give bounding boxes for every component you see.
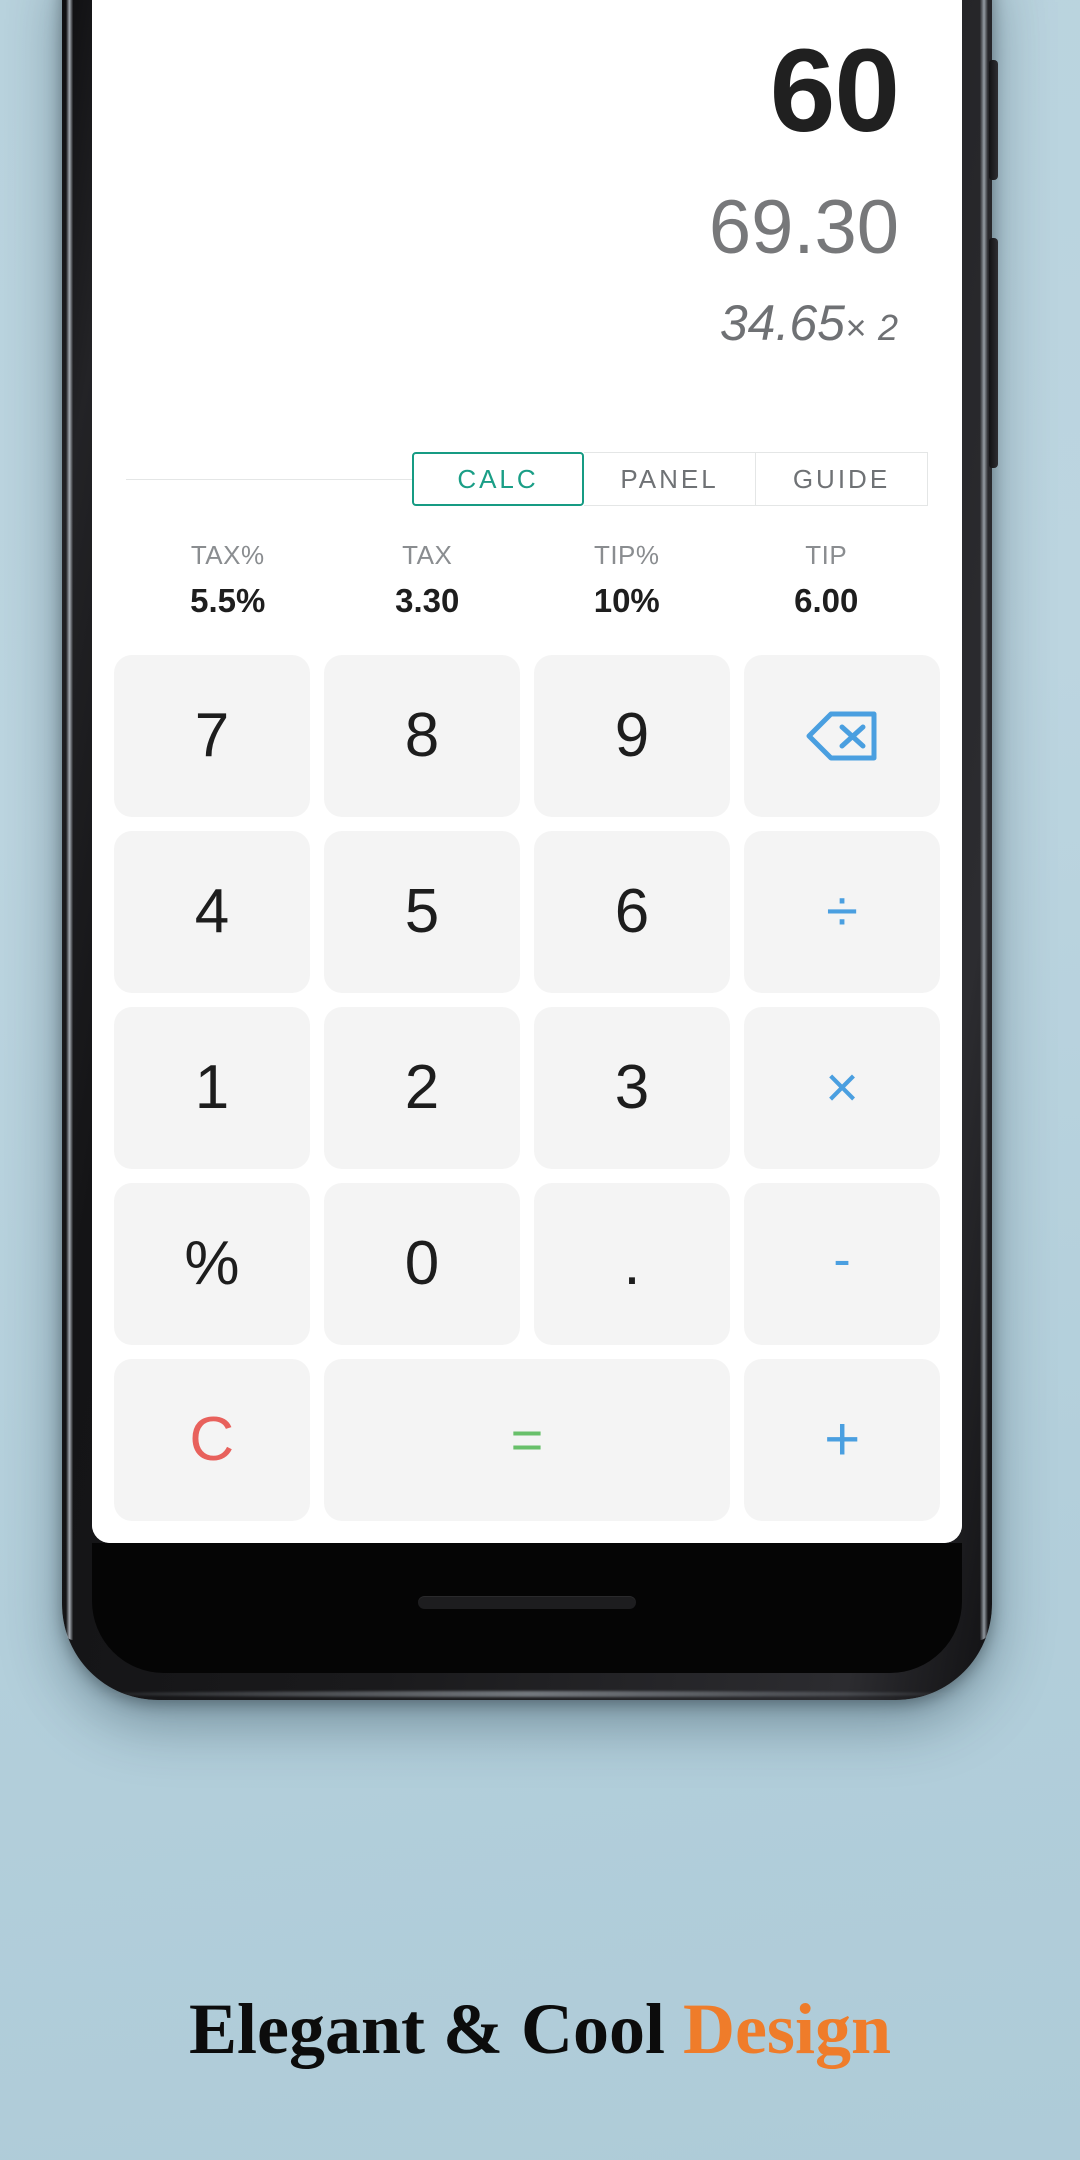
equals-icon: = <box>510 1407 544 1471</box>
info-cell-tax[interactable]: TAX 3.30 <box>328 540 528 621</box>
key-4[interactable]: 4 <box>114 830 310 993</box>
phone-frame-right-highlight <box>980 0 988 1640</box>
key-1[interactable]: 1 <box>114 1006 310 1169</box>
info-value-tax-percent: 5.5% <box>190 582 266 620</box>
key-2[interactable]: 2 <box>324 1006 520 1169</box>
key-5[interactable]: 5 <box>324 830 520 993</box>
power-button[interactable] <box>989 60 998 180</box>
keypad: 7 8 9 4 5 6 ÷ 1 2 3 × % 0 . - C = + <box>92 621 962 1543</box>
phone-bottom-chin <box>92 1543 962 1673</box>
info-label-tip: TIP <box>805 540 848 570</box>
tab-group: CALC PANEL GUIDE <box>412 452 928 506</box>
display-main-value: 60 <box>769 25 900 157</box>
key-multiply[interactable]: × <box>744 1006 940 1169</box>
keypad-row-5: C = + <box>114 1358 941 1522</box>
display-expression: 34.65× 2 <box>155 294 899 352</box>
tab-bar-rule <box>126 478 412 480</box>
info-cell-tax-percent[interactable]: TAX% 5.5% <box>128 540 328 621</box>
phone-frame-bottom-highlight <box>92 1691 962 1697</box>
marketing-tagline: Elegant & Cool Design <box>0 1988 1080 2071</box>
tagline-plain-text: Elegant & Cool <box>188 1989 683 2069</box>
calculator-display: 60 69.30 34.65× 2 <box>92 0 962 352</box>
key-8[interactable]: 8 <box>324 654 520 817</box>
key-6[interactable]: 6 <box>534 830 730 993</box>
info-label-tax: TAX <box>402 540 453 570</box>
key-backspace[interactable] <box>744 654 940 817</box>
calculator-app: 60 69.30 34.65× 2 CALC PANEL GUIDE TAX% … <box>92 0 962 1543</box>
tab-calc[interactable]: CALC <box>412 452 584 506</box>
minus-icon: - <box>833 1230 851 1289</box>
key-7[interactable]: 7 <box>114 654 310 817</box>
key-equals[interactable]: = <box>323 1358 731 1522</box>
decimal-point-label: . <box>623 1229 641 1299</box>
info-value-tax: 3.30 <box>395 582 460 620</box>
info-cell-tip[interactable]: TIP 6.00 <box>727 540 927 621</box>
home-indicator[interactable] <box>418 1596 636 1609</box>
info-label-tax-percent: TAX% <box>190 540 265 570</box>
key-9[interactable]: 9 <box>534 654 730 817</box>
keypad-row-2: 4 5 6 ÷ <box>114 830 940 993</box>
tab-guide[interactable]: GUIDE <box>756 452 928 506</box>
key-3[interactable]: 3 <box>534 1006 730 1169</box>
display-expression-operator: × 2 <box>844 307 899 348</box>
volume-button[interactable] <box>989 238 998 468</box>
tagline-accent-text: Design <box>682 1989 891 2069</box>
info-value-tip-percent: 10% <box>593 582 660 620</box>
info-label-tip-percent: TIP% <box>593 540 660 570</box>
phone-frame-left-highlight <box>66 0 73 1640</box>
phone-device: 60 69.30 34.65× 2 CALC PANEL GUIDE TAX% … <box>62 0 998 1700</box>
keypad-row-1: 7 8 9 <box>114 654 940 817</box>
keypad-row-4: % 0 . - <box>114 1182 940 1345</box>
key-plus[interactable]: + <box>744 1358 941 1522</box>
key-minus[interactable]: - <box>744 1182 940 1345</box>
phone-screen: 60 69.30 34.65× 2 CALC PANEL GUIDE TAX% … <box>92 0 962 1543</box>
key-divide[interactable]: ÷ <box>744 830 940 993</box>
backspace-icon <box>806 711 877 761</box>
plus-icon: + <box>824 1404 861 1474</box>
divide-icon: ÷ <box>826 878 858 944</box>
key-decimal[interactable]: . <box>534 1182 730 1345</box>
key-0[interactable]: 0 <box>324 1182 520 1345</box>
info-value-tip: 6.00 <box>794 582 859 620</box>
display-expression-value: 34.65 <box>719 295 845 351</box>
key-percent[interactable]: % <box>114 1182 310 1345</box>
tab-bar: CALC PANEL GUIDE <box>92 452 962 506</box>
tab-panel[interactable]: PANEL <box>584 452 756 506</box>
multiply-icon: × <box>825 1054 859 1120</box>
tax-tip-info-row: TAX% 5.5% TAX 3.30 TIP% 10% TIP 6.00 <box>92 506 962 621</box>
display-sub-value: 69.30 <box>708 185 899 270</box>
info-cell-tip-percent[interactable]: TIP% 10% <box>527 540 727 621</box>
keypad-row-3: 1 2 3 × <box>114 1006 940 1169</box>
key-clear[interactable]: C <box>114 1358 310 1522</box>
